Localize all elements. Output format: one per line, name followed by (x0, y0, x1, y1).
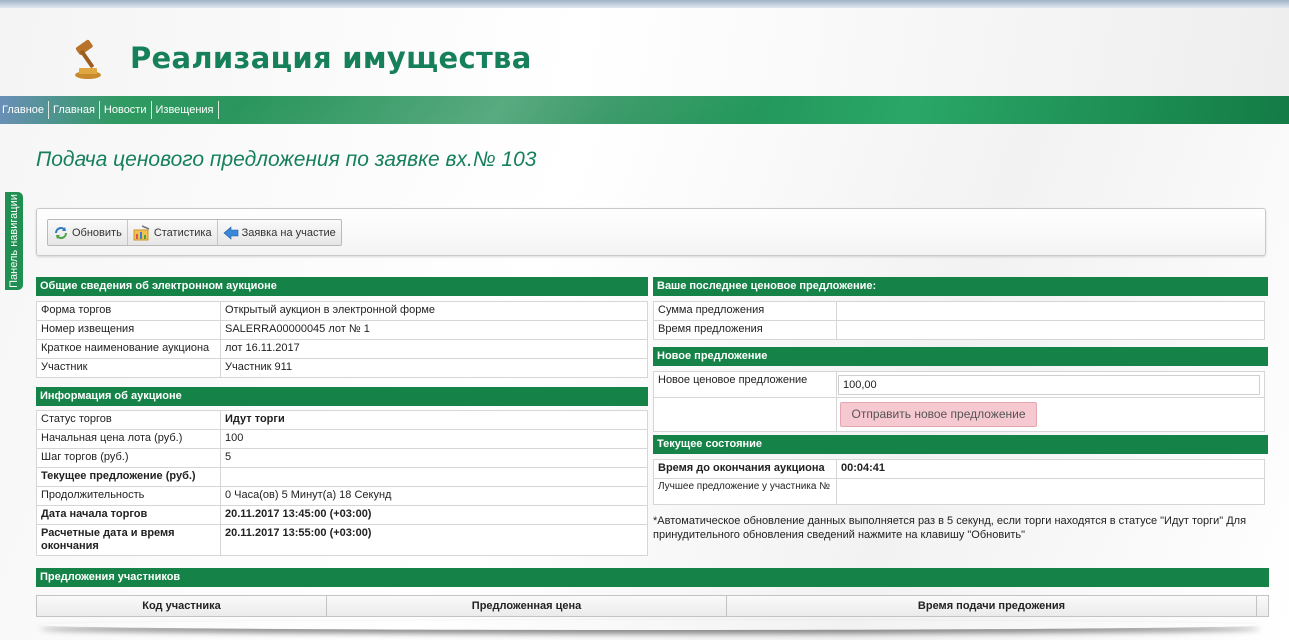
toolbar: Обновить Статистика Заявка на участие (36, 208, 1266, 256)
row-value: 20.11.2017 13:55:00 (+03:00) (220, 524, 648, 556)
page-title: Подача ценового предложения по заявке вх… (36, 148, 537, 171)
row-label: Время предложения (653, 320, 837, 340)
main-navbar: Главное Главная Новости Извещения (0, 96, 1289, 124)
application-label: Заявка на участие (241, 226, 336, 239)
table-row: Статус торгов Идут торги (36, 410, 648, 430)
nav-menu: Главное Главная Новости Извещения (0, 101, 219, 119)
last-offer-heading: Ваше последнее ценовое предложение: (653, 277, 1268, 296)
column-scroll-spacer (1257, 596, 1268, 616)
table-row: Краткое наименование аукциона лот 16.11.… (36, 339, 648, 359)
last-offer-table: Сумма предложения Время предложения (653, 301, 1265, 340)
table-row: Форма торгов Открытый аукцион в электрон… (36, 301, 648, 321)
table-row: Участник Участник 911 (36, 358, 648, 378)
participants-table-header: Код участника Предложенная цена Время по… (36, 595, 1269, 617)
site-header: Реализация имущества (0, 8, 1289, 96)
table-row: Сумма предложения (653, 301, 1265, 321)
row-label: Участник (36, 358, 221, 378)
statistics-button[interactable]: Статистика (128, 220, 218, 245)
table-row: Продолжительность 0 Часа(ов) 5 Минут(а) … (36, 486, 648, 506)
row-value (836, 478, 1265, 505)
participants-heading: Предложения участников (36, 568, 1269, 587)
general-info-table: Форма торгов Открытый аукцион в электрон… (36, 301, 648, 378)
row-label: Номер извещения (36, 320, 221, 340)
row-value: 5 (220, 448, 648, 468)
table-row: Время до окончания аукциона 00:04:41 (653, 459, 1265, 479)
row-label: Форма торгов (36, 301, 221, 321)
table-row: Шаг торгов (руб.) 5 (36, 448, 648, 468)
nav-item-notices[interactable]: Извещения (152, 101, 219, 119)
column-offered-price[interactable]: Предложенная цена (327, 596, 727, 616)
application-button[interactable]: Заявка на участие (218, 220, 341, 245)
table-row: Дата начала торгов 20.11.2017 13:45:00 (… (36, 505, 648, 525)
row-label: Статус торгов (36, 410, 221, 430)
footer-shadow (40, 620, 1260, 630)
refresh-icon (55, 226, 67, 239)
row-value (220, 467, 648, 487)
current-state-heading: Текущее состояние (653, 435, 1268, 454)
toolbar-button-group: Обновить Статистика Заявка на участие (47, 219, 342, 246)
row-label: Дата начала торгов (36, 505, 221, 525)
row-value: Участник 911 (220, 358, 648, 378)
refresh-button[interactable]: Обновить (48, 220, 128, 245)
send-offer-button[interactable]: Отправить новое предложение (840, 402, 1037, 427)
general-info-heading: Общие сведения об электронном аукционе (36, 277, 648, 296)
row-value (836, 301, 1265, 321)
empty-cell (653, 397, 837, 432)
auto-refresh-note: *Автоматическое обновление данных выполн… (653, 515, 1247, 541)
row-value: Открытый аукцион в электронной форме (220, 301, 648, 321)
table-row: Номер извещения SALERRA00000045 лот № 1 (36, 320, 648, 340)
row-label: Краткое наименование аукциона (36, 339, 221, 359)
navigation-panel-tab[interactable]: Панель навигации (5, 192, 23, 290)
refresh-label: Обновить (72, 226, 122, 239)
nav-item-home[interactable]: Главная (49, 101, 100, 119)
row-value: SALERRA00000045 лот № 1 (220, 320, 648, 340)
status-value: Идут торги (220, 410, 648, 430)
time-left-value: 00:04:41 (836, 459, 1265, 479)
navigation-panel-label: Панель навигации (8, 194, 20, 288)
nav-item-news[interactable]: Новости (100, 101, 152, 119)
row-label: Продолжительность (36, 486, 221, 506)
table-row: Время предложения (653, 320, 1265, 340)
navbar-shine (231, 96, 769, 124)
app-title: Реализация имущества (130, 41, 532, 75)
row-label: Лучшее предложение у участника № (653, 478, 837, 505)
table-row: Расчетные дата и время окончания 20.11.2… (36, 524, 648, 556)
row-value: 20.11.2017 13:45:00 (+03:00) (220, 505, 648, 525)
table-row: Текущее предложение (руб.) (36, 467, 648, 487)
row-label: Сумма предложения (653, 301, 837, 321)
column-participant-code[interactable]: Код участника (37, 596, 327, 616)
auction-info-table: Статус торгов Идут торги Начальная цена … (36, 410, 648, 556)
row-label: Текущее предложение (руб.) (36, 467, 221, 487)
row-value (836, 320, 1265, 340)
current-state-table: Время до окончания аукциона 00:04:41 Луч… (653, 459, 1265, 505)
new-offer-label: Новое ценовое предложение (653, 370, 837, 399)
row-label: Шаг торгов (руб.) (36, 448, 221, 468)
table-row: Начальная цена лота (руб.) 100 (36, 429, 648, 449)
new-offer-heading: Новое предложение (653, 347, 1268, 366)
top-border (0, 0, 1289, 8)
statistics-label: Статистика (153, 226, 212, 239)
new-offer-input[interactable] (838, 375, 1260, 395)
gavel-icon (68, 37, 112, 81)
row-value: 100 (220, 429, 648, 449)
row-value: лот 16.11.2017 (220, 339, 648, 359)
statistics-icon (133, 224, 150, 240)
nav-item-main[interactable]: Главное (0, 101, 50, 119)
row-label: Время до окончания аукциона (653, 459, 837, 479)
table-row: Лучшее предложение у участника № (653, 478, 1265, 505)
row-label: Расчетные дата и время окончания (36, 524, 221, 556)
row-label: Начальная цена лота (руб.) (36, 429, 221, 449)
column-offer-time[interactable]: Время подачи предожения (727, 596, 1257, 616)
auction-info-heading: Информация об аукционе (36, 387, 648, 406)
arrow-left-icon (223, 225, 238, 240)
row-value: 0 Часа(ов) 5 Минут(а) 18 Секунд (220, 486, 648, 506)
